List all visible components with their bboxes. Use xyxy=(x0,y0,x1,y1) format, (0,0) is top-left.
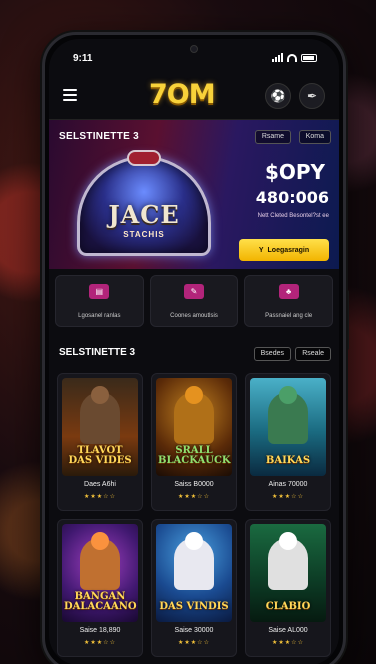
quick-action-2[interactable]: ✎ Coones amoutlsis xyxy=(149,275,239,327)
feather-pen-icon[interactable]: ✒ xyxy=(299,83,325,109)
game-character xyxy=(268,538,308,590)
game-stat: Saiss B0000 xyxy=(174,481,214,488)
quick-action-label: Lgosanel ranlas xyxy=(78,313,121,319)
game-stat: Saise AL000 xyxy=(268,627,308,634)
game-title: CLABIO xyxy=(265,601,311,612)
game-thumbnail: TLAVOT DAS VIDES xyxy=(62,378,138,476)
chips-icon: ♣ xyxy=(278,284,299,299)
quick-action-label: Passnaiel ang cle xyxy=(265,313,313,319)
games-section-title: SELSTINETTE 3 xyxy=(59,347,136,358)
game-thumbnail: CLABIO xyxy=(250,524,326,622)
game-card[interactable]: TLAVOT DAS VIDES Daes A6hi ★★★☆☆ xyxy=(57,373,143,511)
hero-cta-button[interactable]: Y Loegasragin xyxy=(239,239,329,261)
quick-actions: ▤ Lgosanel ranlas ✎ Coones amoutlsis ♣ P… xyxy=(49,275,339,327)
games-chip-bsedes[interactable]: Bsedes xyxy=(253,347,291,361)
games-chip-rseale[interactable]: Rseale xyxy=(295,347,331,361)
game-rating: ★★★☆☆ xyxy=(272,494,304,500)
slot-machine-light xyxy=(127,150,161,166)
quick-action-3[interactable]: ♣ Passnaiel ang cle xyxy=(244,275,334,327)
game-thumbnail: SRALL BLACKAUCK xyxy=(156,378,232,476)
game-card[interactable]: BANGAN DALACAANO Saise 18,890 ★★★☆☆ xyxy=(57,519,143,657)
hero-amount-note: Nett Cleted Besontel?st ee xyxy=(257,213,329,219)
slot-machine-artwork: JACE STACHIS xyxy=(69,150,219,262)
game-card[interactable]: SRALL BLACKAUCK Saiss B0000 ★★★☆☆ xyxy=(151,373,237,511)
front-camera xyxy=(190,45,198,53)
game-rating: ★★★☆☆ xyxy=(84,494,116,500)
hero-section-title: SELSTINETTE 3 xyxy=(59,131,140,142)
game-thumbnail: BANGAN DALACAANO xyxy=(62,524,138,622)
slot-machine-title: JACE xyxy=(108,200,180,229)
game-thumbnail: DAS VINDIS xyxy=(156,524,232,622)
hero-banner[interactable]: SELSTINETTE 3 Rsame Koma JACE STACHIS $O… xyxy=(49,119,339,269)
game-title: TLAVOT DAS VIDES xyxy=(68,445,132,466)
ticket-icon: ▤ xyxy=(89,284,110,299)
cta-label: Loegasragin xyxy=(267,246,310,254)
hero-amount-secondary: 480:006 xyxy=(255,188,329,207)
game-title: BAIKAS xyxy=(265,455,311,466)
hero-chip-koma[interactable]: Koma xyxy=(298,130,331,144)
status-icons xyxy=(272,53,317,62)
game-card[interactable]: CLABIO Saise AL000 ★★★☆☆ xyxy=(245,519,331,657)
game-character xyxy=(80,538,120,590)
game-thumbnail: BAIKAS xyxy=(250,378,326,476)
app-logo[interactable]: 7OM xyxy=(149,79,216,110)
game-character xyxy=(174,538,214,590)
battery-icon xyxy=(301,53,317,62)
card-icon: ✎ xyxy=(184,284,204,299)
hamburger-icon[interactable] xyxy=(63,89,77,101)
game-card[interactable]: DAS VINDIS Saise 30000 ★★★☆☆ xyxy=(151,519,237,657)
hero-chip-rsame[interactable]: Rsame xyxy=(254,130,291,144)
status-bar: 9:11 xyxy=(49,53,339,67)
soccer-ball-icon[interactable]: ⚽ xyxy=(265,83,291,109)
cta-icon: Y xyxy=(258,246,264,254)
app-header: 7OM ⚽ ✒ xyxy=(49,75,339,117)
phone-frame: 9:11 7OM ⚽ ✒ SELSTINETTE 3 Rsame Koma JA… xyxy=(42,32,346,664)
signal-icon xyxy=(272,53,283,62)
game-title: SRALL BLACKAUCK xyxy=(158,445,231,466)
game-character xyxy=(80,392,120,444)
game-stat: Saise 30000 xyxy=(174,627,214,634)
game-card[interactable]: BAIKAS Ainas 70000 ★★★☆☆ xyxy=(245,373,331,511)
hero-amount-main: $OPY xyxy=(264,160,325,184)
quick-action-label: Coones amoutlsis xyxy=(170,313,218,319)
status-time: 9:11 xyxy=(73,53,93,64)
game-rating: ★★★☆☆ xyxy=(84,640,116,646)
game-rating: ★★★☆☆ xyxy=(178,494,210,500)
game-character xyxy=(268,392,308,444)
game-title: BANGAN DALACAANO xyxy=(64,591,137,612)
game-stat: Ainas 70000 xyxy=(268,481,308,488)
game-character xyxy=(174,392,214,444)
games-grid: TLAVOT DAS VIDES Daes A6hi ★★★☆☆ SRALL B… xyxy=(57,373,331,657)
quick-action-1[interactable]: ▤ Lgosanel ranlas xyxy=(55,275,144,327)
wifi-icon xyxy=(287,53,297,62)
game-stat: Saise 18,890 xyxy=(79,627,121,634)
game-rating: ★★★☆☆ xyxy=(272,640,304,646)
game-rating: ★★★☆☆ xyxy=(178,640,210,646)
game-title: DAS VINDIS xyxy=(159,601,229,612)
game-stat: Daes A6hi xyxy=(84,481,116,488)
phone-screen: 9:11 7OM ⚽ ✒ SELSTINETTE 3 Rsame Koma JA… xyxy=(49,39,339,664)
slot-machine-subtitle: STACHIS xyxy=(123,230,165,239)
